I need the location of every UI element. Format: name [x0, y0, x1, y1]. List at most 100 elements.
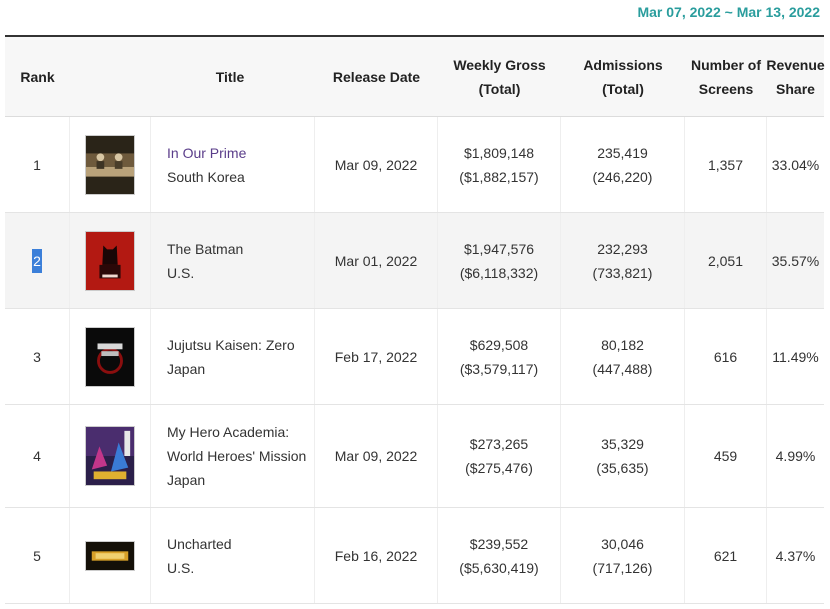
rank-cell: 3 — [5, 309, 70, 404]
header-weekly-gross-line1: Weekly Gross — [453, 56, 546, 73]
admissions-cell: 80,182 (447,488) — [561, 309, 685, 404]
share-cell: 4.37% — [775, 547, 816, 564]
total-gross: ($3,579,117) — [459, 360, 539, 377]
box-office-table: Rank Title Release Date Weekly Gross (To… — [5, 35, 825, 604]
movie-poster-image[interactable] — [85, 326, 135, 387]
movie-country: U.S. — [167, 559, 195, 576]
header-release-date: Release Date — [332, 68, 421, 85]
total-gross: ($6,118,332) — [459, 264, 539, 281]
weekly-admissions: 235,419 — [597, 144, 648, 161]
screens-cell: 2,051 — [685, 213, 767, 308]
gross-cell: $273,265 ($275,476) — [438, 405, 561, 507]
table-row: 1 In Our Prime South Korea Mar 09, 2022 … — [5, 117, 824, 213]
release-date-cell: Mar 01, 2022 — [315, 213, 438, 308]
admissions-cell: 35,329 (35,635) — [561, 405, 685, 507]
screens-cell: 459 — [685, 405, 767, 507]
movie-poster-image[interactable] — [85, 426, 135, 486]
rank-cell: 1 — [5, 117, 70, 212]
rank-cell: 4 — [5, 405, 70, 507]
release-date-cell: Feb 16, 2022 — [315, 508, 438, 603]
movie-country: Japan — [167, 360, 206, 377]
movie-poster-image[interactable] — [85, 540, 135, 571]
share-cell: 11.49% — [772, 348, 819, 365]
header-title: Title — [215, 68, 245, 85]
weekly-admissions: 35,329 — [601, 436, 644, 452]
movie-title-link[interactable]: In Our Prime — [167, 141, 246, 165]
movie-poster-image[interactable] — [85, 230, 135, 291]
movie-country: U.S. — [167, 264, 195, 281]
poster-cell[interactable] — [70, 213, 151, 308]
table-row: 2 The Batman U.S. Mar 01, 2022 $1,947,57… — [5, 213, 824, 309]
movie-title[interactable]: The Batman — [167, 237, 243, 261]
weekly-gross: $1,947,576 — [463, 240, 535, 257]
release-date-cell: Mar 09, 2022 — [315, 117, 438, 212]
screens-cell: 616 — [685, 309, 767, 404]
total-gross: ($1,882,157) — [459, 168, 539, 185]
release-date-cell: Feb 17, 2022 — [315, 309, 438, 404]
weekly-admissions: 232,293 — [597, 240, 648, 257]
share-cell: 4.99% — [775, 448, 816, 464]
table-header: Rank Title Release Date Weekly Gross (To… — [5, 37, 825, 117]
header-screens: Number of Screens — [685, 37, 767, 116]
movie-country: Japan — [167, 472, 206, 488]
screens-cell: 621 — [685, 508, 767, 603]
rank-selected-text: 2 — [32, 248, 42, 273]
movie-title-line2[interactable]: World Heroes' Mission — [167, 444, 306, 468]
total-admissions: (447,488) — [592, 360, 653, 377]
weekly-gross: $1,809,148 — [463, 144, 535, 161]
header-share-line2: Share — [776, 80, 815, 97]
header-screens-line1: Number of — [691, 56, 761, 73]
title-cell: The Batman U.S. — [151, 213, 315, 308]
gross-cell: $239,552 ($5,630,419) — [438, 508, 561, 603]
admissions-cell: 235,419 (246,220) — [561, 117, 685, 212]
release-date-cell: Mar 09, 2022 — [315, 405, 438, 507]
rank-cell: 2 — [5, 213, 70, 308]
header-rank: Rank — [20, 68, 55, 85]
poster-cell[interactable] — [70, 117, 151, 212]
share-cell: 33.04% — [771, 156, 820, 173]
total-admissions: (246,220) — [592, 168, 653, 185]
poster-cell[interactable] — [70, 405, 151, 507]
movie-country: South Korea — [167, 168, 245, 185]
date-range: Mar 07, 2022 ~ Mar 13, 2022 — [637, 4, 820, 20]
header-revenue-share: Revenue Share — [766, 37, 825, 116]
weekly-admissions: 80,182 — [601, 336, 644, 353]
total-gross: ($5,630,419) — [459, 559, 539, 576]
movie-title-line1[interactable]: My Hero Academia: — [167, 420, 306, 444]
poster-cell[interactable] — [70, 508, 151, 603]
table-row: 3 Jujutsu Kaisen: Zero Japan Feb 17, 202… — [5, 309, 824, 405]
weekly-gross: $273,265 — [469, 436, 529, 452]
admissions-cell: 232,293 (733,821) — [561, 213, 685, 308]
total-admissions: (717,126) — [592, 559, 653, 576]
movie-poster-image[interactable] — [85, 134, 135, 195]
poster-cell[interactable] — [70, 309, 151, 404]
weekly-gross: $629,508 — [469, 336, 529, 353]
admissions-cell: 30,046 (717,126) — [561, 508, 685, 603]
title-cell: In Our Prime South Korea — [151, 117, 315, 212]
weekly-gross: $239,552 — [469, 535, 529, 552]
screens-cell: 1,357 — [685, 117, 767, 212]
share-cell: 35.57% — [771, 252, 820, 269]
rank-cell: 5 — [5, 508, 70, 603]
gross-cell: $629,508 ($3,579,117) — [438, 309, 561, 404]
table-row: 4 My Hero Academia: World Heroes' Missio… — [5, 405, 824, 508]
gross-cell: $1,947,576 ($6,118,332) — [438, 213, 561, 308]
movie-title[interactable]: Uncharted — [167, 532, 232, 556]
header-admissions: Admissions (Total) — [561, 37, 685, 116]
header-admissions-line1: Admissions — [583, 56, 663, 73]
header-weekly-gross-line2: (Total) — [478, 80, 521, 97]
table-row: 5 Uncharted U.S. Feb 16, 2022 $239,552 (… — [5, 508, 824, 604]
gross-cell: $1,809,148 ($1,882,157) — [438, 117, 561, 212]
total-admissions: (35,635) — [596, 460, 649, 476]
header-weekly-gross: Weekly Gross (Total) — [438, 37, 561, 116]
movie-title[interactable]: Jujutsu Kaisen: Zero — [167, 333, 295, 357]
total-admissions: (733,821) — [592, 264, 653, 281]
header-admissions-line2: (Total) — [602, 80, 644, 97]
header-screens-line2: Screens — [698, 80, 754, 97]
title-cell: My Hero Academia: World Heroes' Mission … — [151, 405, 315, 507]
total-gross: ($275,476) — [465, 460, 533, 476]
title-cell: Jujutsu Kaisen: Zero Japan — [151, 309, 315, 404]
weekly-admissions: 30,046 — [601, 535, 644, 552]
header-share-line1: Revenue — [766, 56, 825, 73]
title-cell: Uncharted U.S. — [151, 508, 315, 603]
